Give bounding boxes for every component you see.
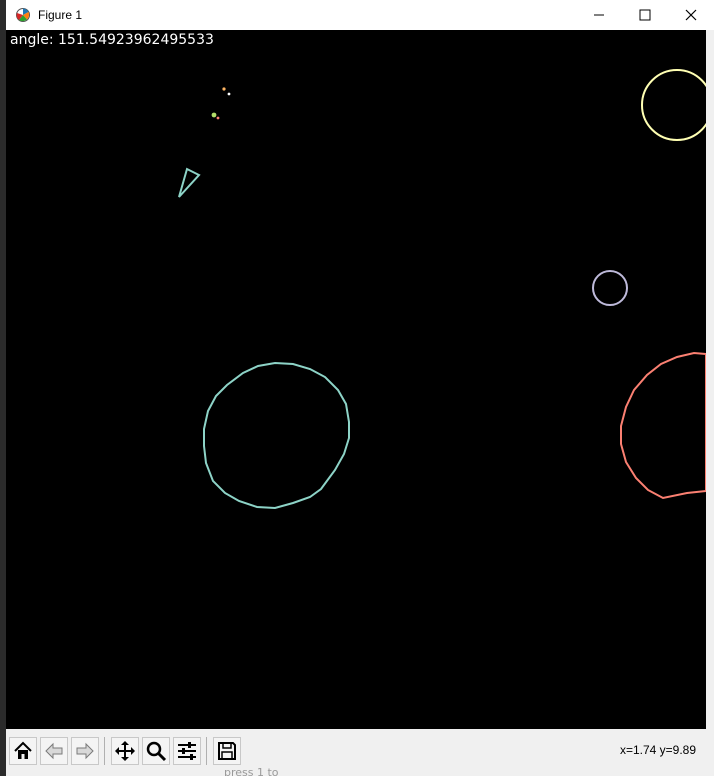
bullet bbox=[216, 116, 220, 120]
close-icon bbox=[685, 9, 697, 21]
title-bar: Figure 1 bbox=[6, 0, 714, 30]
forward-button[interactable] bbox=[71, 737, 99, 765]
toolbar-separator bbox=[104, 737, 105, 765]
cursor-coordinates: x=1.74 y=9.89 bbox=[619, 743, 696, 757]
save-button[interactable] bbox=[213, 737, 241, 765]
back-button[interactable] bbox=[40, 737, 68, 765]
pan-arrows-icon bbox=[115, 741, 135, 761]
bullet bbox=[227, 92, 231, 96]
home-button[interactable] bbox=[9, 737, 37, 765]
floppy-disk-icon bbox=[218, 742, 236, 760]
bullet bbox=[211, 112, 217, 118]
maximize-icon bbox=[639, 9, 651, 21]
bullet bbox=[222, 87, 226, 91]
sliders-icon bbox=[178, 742, 196, 760]
asteroid-large bbox=[641, 69, 706, 141]
asteroid-small bbox=[592, 270, 628, 306]
maximize-button[interactable] bbox=[622, 0, 668, 30]
home-icon bbox=[14, 741, 32, 759]
navigation-toolbar: x=1.74 y=9.89 bbox=[6, 731, 714, 771]
background-window-text: press 1 to bbox=[224, 766, 279, 776]
pan-button[interactable] bbox=[111, 737, 139, 765]
matplotlib-icon bbox=[14, 6, 32, 24]
spaceship bbox=[178, 167, 201, 198]
toolbar-separator bbox=[206, 737, 207, 765]
asteroid-teal bbox=[203, 361, 350, 510]
zoom-button[interactable] bbox=[142, 737, 170, 765]
configure-subplots-button[interactable] bbox=[173, 737, 201, 765]
close-button[interactable] bbox=[668, 0, 714, 30]
magnifier-icon bbox=[146, 741, 167, 762]
window-title: Figure 1 bbox=[38, 8, 83, 22]
angle-readout: angle: 151.54923962495533 bbox=[10, 32, 214, 48]
minimize-icon bbox=[594, 14, 604, 16]
game-canvas[interactable]: angle: 151.54923962495533 bbox=[6, 30, 706, 729]
minimize-button[interactable] bbox=[576, 0, 622, 30]
back-arrow-icon bbox=[45, 742, 63, 760]
forward-arrow-icon bbox=[76, 742, 94, 760]
asteroid-red bbox=[620, 351, 706, 500]
figure-window: Figure 1 angle: 151.54923962495533 x=1.7… bbox=[6, 0, 714, 776]
